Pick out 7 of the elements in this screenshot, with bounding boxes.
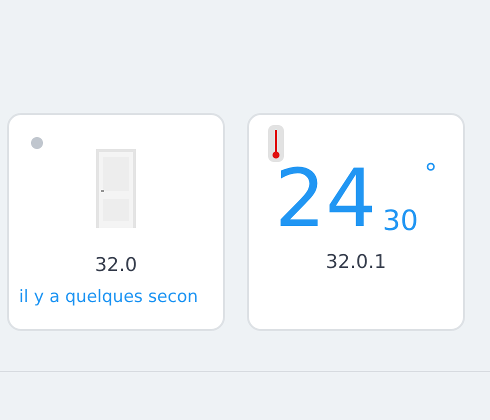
device-name: 32.0.1	[324, 253, 388, 272]
thermometer-icon	[268, 125, 284, 162]
device-name: 32.0	[94, 256, 138, 275]
temperature-decimal: 30	[382, 207, 418, 235]
temperature-value: 24	[274, 159, 377, 239]
timestamp-link[interactable]: il y a quelques secon	[9, 287, 223, 308]
degree-sign: °	[424, 161, 438, 187]
